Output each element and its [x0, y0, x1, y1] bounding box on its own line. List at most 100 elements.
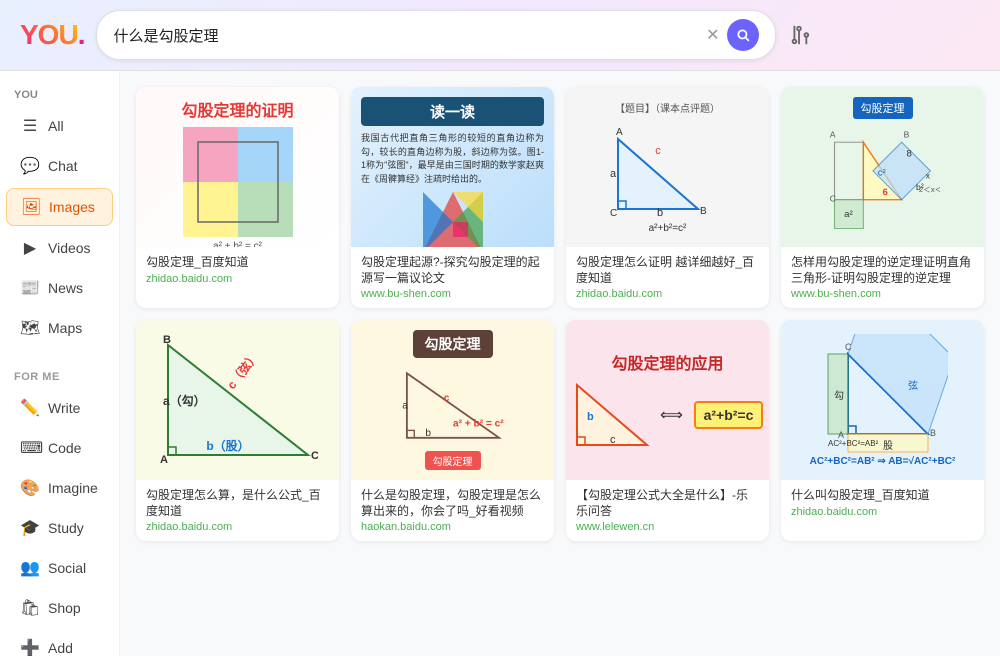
sidebar-item-news-label: News	[48, 280, 83, 296]
card8-url: zhidao.baidu.com	[791, 506, 974, 518]
card6-image: 勾股定理 c b a a² + b² = c²	[351, 320, 554, 480]
header: YOU. ✕	[0, 0, 1000, 71]
card6-url: haokan.baidu.com	[361, 521, 544, 533]
imagine-icon: 🎨	[20, 478, 40, 498]
svg-text:x: x	[926, 170, 931, 180]
svg-text:A: A	[160, 454, 168, 465]
card7-url: www.lelewen.cn	[576, 521, 759, 533]
card2-info: 勾股定理起源?-探究勾股定理的起源写一篇议论文 www.bu-shen.com	[351, 247, 554, 308]
filter-button[interactable]	[788, 24, 810, 46]
all-icon: ☰	[20, 116, 40, 136]
sidebar-item-study[interactable]: 🎓 Study	[6, 510, 113, 546]
card4-image: 勾股定理 c² a² b	[781, 87, 984, 247]
svg-text:C: C	[311, 450, 318, 462]
svg-text:B: B	[904, 129, 910, 139]
social-icon: 👥	[20, 558, 40, 578]
sidebar-item-maps[interactable]: 🗺 Maps	[6, 310, 113, 346]
main-layout: YOU ☰ All 💬 Chat 🖼 Images ▶ Videos 📰 New…	[0, 71, 1000, 656]
sidebar-item-maps-label: Maps	[48, 320, 82, 336]
card1-title-overlay: 勾股定理的证明	[146, 97, 329, 121]
result-card-7[interactable]: 勾股定理的应用 b c ⟺ a²+b²=c	[566, 320, 769, 541]
card1-info: 勾股定理_百度知道 zhidao.baidu.com	[136, 247, 339, 293]
card5-title: 勾股定理怎么算，是什么公式_百度知道	[146, 488, 329, 519]
logo: YOU.	[20, 19, 84, 51]
write-icon: ✏️	[20, 398, 40, 418]
videos-icon: ▶	[20, 238, 40, 258]
svg-text:c（弦）: c（弦）	[223, 349, 261, 392]
sidebar-item-images-label: Images	[49, 199, 95, 215]
sidebar: YOU ☰ All 💬 Chat 🖼 Images ▶ Videos 📰 New…	[0, 71, 120, 656]
card3-info: 勾股定理怎么证明 越详细越好_百度知道 zhidao.baidu.com	[566, 247, 769, 308]
svg-text:C: C	[830, 193, 836, 203]
sidebar-item-videos[interactable]: ▶ Videos	[6, 230, 113, 266]
svg-text:B: B	[930, 428, 936, 438]
card8-formula: AC²+BC²=AB² ⇒ AB=√AC²+BC²	[810, 456, 956, 467]
search-input[interactable]	[113, 27, 706, 44]
sidebar-item-chat[interactable]: 💬 Chat	[6, 148, 113, 184]
card3-image: 【题目】（课本点评题） c a b A B C a²+b²=c²	[566, 87, 769, 247]
svg-text:a: a	[402, 400, 408, 411]
svg-text:股: 股	[883, 440, 893, 452]
sidebar-item-code[interactable]: ⌨ Code	[6, 430, 113, 466]
card6-info: 什么是勾股定理，勾股定理是怎么算出来的，你会了吗_好看视频 haokan.bai…	[351, 480, 554, 541]
sidebar-item-all-label: All	[48, 118, 64, 134]
chat-icon: 💬	[20, 156, 40, 176]
svg-text:C: C	[610, 208, 617, 219]
card4-url: www.bu-shen.com	[791, 288, 974, 300]
card4-header: 勾股定理	[853, 97, 913, 119]
svg-text:c: c	[443, 393, 449, 404]
sidebar-item-shop[interactable]: 🛍 Shop	[6, 590, 113, 626]
card8-title: 什么叫勾股定理_百度知道	[791, 488, 974, 504]
card6-badge: 勾股定理	[425, 451, 481, 470]
search-clear-icon[interactable]: ✕	[706, 25, 719, 45]
svg-text:a²: a²	[844, 208, 853, 219]
result-card-6[interactable]: 勾股定理 c b a a² + b² = c²	[351, 320, 554, 541]
card2-image: 读一读 我国古代把直角三角形的较短的直角边称为勾，较长的直角边称为股，斜边称为弦…	[351, 87, 554, 247]
sidebar-item-write[interactable]: ✏️ Write	[6, 390, 113, 426]
sidebar-item-imagine-label: Imagine	[48, 480, 98, 496]
search-bar: ✕	[96, 10, 776, 60]
svg-text:a（勾）: a（勾）	[163, 393, 206, 408]
sidebar-item-social-label: Social	[48, 560, 86, 576]
card7-info: 【勾股定理公式大全是什么】-乐乐问答 www.lelewen.cn	[566, 480, 769, 541]
sidebar-item-imagine[interactable]: 🎨 Imagine	[6, 470, 113, 506]
card2-url: www.bu-shen.com	[361, 288, 544, 300]
svg-text:弦: 弦	[908, 379, 918, 392]
card6-label: 勾股定理	[413, 330, 493, 358]
card8-info: 什么叫勾股定理_百度知道 zhidao.baidu.com	[781, 480, 984, 526]
sidebar-item-social[interactable]: 👥 Social	[6, 550, 113, 586]
result-card-1[interactable]: 勾股定理的证明 a² + b² = c²	[136, 87, 339, 308]
card1-title: 勾股定理_百度知道	[146, 255, 329, 271]
card1-formula: a² + b² = c²	[146, 241, 329, 247]
svg-text:b（股）: b（股）	[206, 438, 249, 453]
card3-formula: a²+b²=c²	[649, 223, 687, 234]
card5-image: B C A b（股） a（勾） c（弦）	[136, 320, 339, 480]
svg-text:b: b	[587, 411, 594, 423]
card2-description: 我国古代把直角三角形的较短的直角边称为勾，较长的直角边称为股，斜边称为弦。图1-…	[361, 132, 544, 186]
result-card-3[interactable]: 【题目】（课本点评题） c a b A B C a²+b²=c²	[566, 87, 769, 308]
you-label: YOU	[0, 81, 119, 105]
svg-text:c: c	[655, 145, 661, 157]
card2-title-overlay: 读一读	[361, 97, 544, 126]
news-icon: 📰	[20, 278, 40, 298]
sidebar-item-all[interactable]: ☰ All	[6, 108, 113, 144]
svg-text:C: C	[845, 342, 852, 352]
sidebar-item-news[interactable]: 📰 News	[6, 270, 113, 306]
result-card-4[interactable]: 勾股定理 c² a² b	[781, 87, 984, 308]
result-card-8[interactable]: 勾 股 弦 C B A AC²+BC²=AB² AC²+BC²=AB² ⇒ AB…	[781, 320, 984, 541]
svg-text:b: b	[656, 207, 662, 219]
card6-title: 什么是勾股定理，勾股定理是怎么算出来的，你会了吗_好看视频	[361, 488, 544, 519]
image-grid: 勾股定理的证明 a² + b² = c²	[136, 87, 984, 541]
sidebar-item-shop-label: Shop	[48, 600, 81, 616]
add-icon: ➕	[20, 638, 40, 656]
card5-url: zhidao.baidu.com	[146, 521, 329, 533]
svg-text:a² + b² = c²: a² + b² = c²	[453, 419, 504, 430]
sidebar-item-add-label: Add	[48, 640, 73, 656]
sidebar-item-images[interactable]: 🖼 Images	[6, 188, 113, 226]
result-card-2[interactable]: 读一读 我国古代把直角三角形的较短的直角边称为勾，较长的直角边称为股，斜边称为弦…	[351, 87, 554, 308]
result-card-5[interactable]: B C A b（股） a（勾） c（弦） 勾股定理怎么算，是什么公式_百度知道 …	[136, 320, 339, 541]
card3-label: 【题目】（课本点评题）	[615, 100, 720, 115]
svg-text:B: B	[700, 206, 707, 217]
sidebar-item-add[interactable]: ➕ Add	[6, 630, 113, 656]
search-button[interactable]	[727, 19, 759, 51]
